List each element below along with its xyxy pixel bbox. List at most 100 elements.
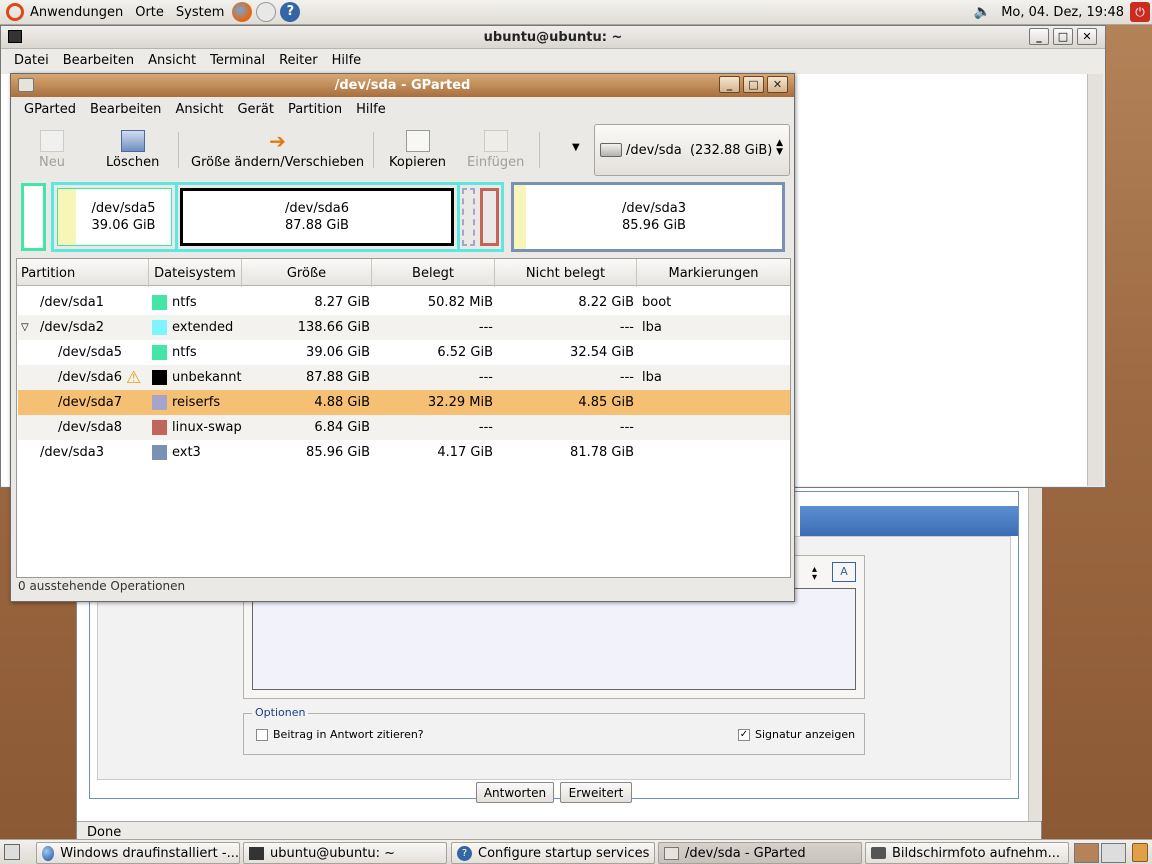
- gparted-menu-edit[interactable]: Bearbeiten: [83, 102, 168, 117]
- gparted-menu-device[interactable]: Gerät: [230, 102, 280, 117]
- filesystem-label: ext3: [172, 445, 201, 460]
- task-terminal[interactable]: ubuntu@ubuntu: ~: [243, 842, 447, 864]
- partition-block-sda5[interactable]: /dev/sda5 39.06 GiB: [57, 188, 172, 246]
- table-row[interactable]: ▽ /dev/sda2 extended 138.66 GiB --- --- lba: [18, 315, 790, 340]
- cell-partition: /dev/sda7: [58, 395, 122, 410]
- col-used[interactable]: Belegt: [372, 259, 495, 287]
- gparted-titlebar[interactable]: /dev/sda - GParted _ □ ✕: [11, 74, 794, 97]
- col-filesystem[interactable]: Dateisystem: [149, 259, 242, 287]
- workspace-switcher[interactable]: [1074, 843, 1126, 863]
- task-browser[interactable]: Windows draufinstalliert -...: [36, 842, 240, 864]
- gparted-minimize-button[interactable]: _: [719, 76, 740, 93]
- gparted-menu-view[interactable]: Ansicht: [168, 102, 230, 117]
- partition-block-small-outer: [460, 182, 504, 252]
- terminal-menu-help[interactable]: Hilfe: [325, 53, 369, 68]
- terminal-menu-file[interactable]: Datei: [7, 53, 56, 68]
- table-row[interactable]: /dev/sda3 ext3 85.96 GiB 4.17 GiB 81.78 GiB: [18, 440, 790, 465]
- cell-filesystem: reiserfs: [152, 395, 244, 410]
- paste-button[interactable]: Einfügen: [467, 130, 524, 170]
- menu-applications[interactable]: Anwendungen: [24, 5, 129, 20]
- signature-option[interactable]: ✓ Signatur anzeigen: [738, 728, 855, 741]
- cell-size: 6.84 GiB: [314, 420, 370, 435]
- power-icon[interactable]: ⏻: [1130, 2, 1150, 22]
- col-unused[interactable]: Nicht belegt: [495, 259, 637, 287]
- copy-button[interactable]: Kopieren: [389, 130, 446, 170]
- terminal-scrollbar[interactable]: [1087, 74, 1103, 486]
- options-legend: Optionen: [252, 706, 309, 719]
- font-style-icon[interactable]: A: [832, 562, 856, 582]
- paste-icon: [483, 130, 508, 152]
- terminal-menu-terminal[interactable]: Terminal: [203, 53, 272, 68]
- volume-icon[interactable]: 🔈: [970, 4, 995, 20]
- task-gparted[interactable]: /dev/sda - GParted: [658, 842, 862, 864]
- table-row[interactable]: /dev/sda8 linux-swap 6.84 GiB --- ---: [18, 415, 790, 440]
- resize-arrow-icon: ➔: [269, 129, 286, 153]
- task-startup-services[interactable]: ? Configure startup services: [451, 842, 655, 864]
- delete-button[interactable]: Löschen: [106, 130, 159, 170]
- terminal-menu-view[interactable]: Ansicht: [141, 53, 203, 68]
- menu-system[interactable]: System: [170, 5, 230, 20]
- new-button[interactable]: Neu: [39, 130, 65, 170]
- camera-icon: [871, 847, 886, 859]
- partition-block-sda5-outer: /dev/sda5 39.06 GiB: [51, 182, 178, 252]
- sda6-block-name: /dev/sda6: [285, 201, 349, 216]
- col-size[interactable]: Größe: [242, 259, 372, 287]
- partition-block-sda6[interactable]: /dev/sda6 87.88 GiB: [180, 188, 454, 246]
- menu-places[interactable]: Orte: [129, 5, 170, 20]
- gparted-maximize-button[interactable]: □: [743, 76, 764, 93]
- col-partition[interactable]: Partition: [17, 259, 149, 287]
- table-row[interactable]: /dev/sda5 ntfs 39.06 GiB 6.52 GiB 32.54 GiB: [18, 340, 790, 365]
- cell-flags: lba: [642, 370, 662, 385]
- cell-partition: /dev/sda5: [58, 345, 122, 360]
- firefox-icon[interactable]: [232, 2, 253, 22]
- filesystem-color-swatch: [152, 370, 167, 385]
- gparted-menu-help[interactable]: Hilfe: [349, 102, 393, 117]
- table-row[interactable]: /dev/sda1 ntfs 8.27 GiB 50.82 MiB 8.22 GiB bo…: [18, 290, 790, 315]
- task-startup-label: Configure startup services: [478, 845, 650, 861]
- show-desktop-icon[interactable]: [4, 844, 20, 860]
- gparted-close-button[interactable]: ✕: [767, 76, 788, 93]
- toolbar-overflow-arrow[interactable]: ▼: [572, 142, 580, 153]
- partition-block-sda8[interactable]: [480, 188, 499, 246]
- maximize-button[interactable]: □: [1053, 28, 1073, 45]
- help-icon[interactable]: ?: [280, 2, 301, 22]
- filesystem-color-swatch: [152, 445, 167, 460]
- device-selector[interactable]: /dev/sda (232.88 GiB) ▲ ▼: [594, 124, 790, 176]
- clock[interactable]: Mo, 04. Dez, 19:48: [995, 5, 1130, 20]
- terminal-menu-tabs[interactable]: Reiter: [272, 53, 325, 68]
- signature-checkbox[interactable]: ✓: [738, 729, 750, 741]
- quote-checkbox[interactable]: [256, 729, 268, 741]
- cell-unused: 32.54 GiB: [570, 345, 634, 360]
- reply-button[interactable]: Antworten: [476, 782, 554, 803]
- updown-icon[interactable]: ▴ ▾: [812, 565, 817, 583]
- cell-unused: ---: [619, 420, 634, 435]
- ubuntu-logo-icon[interactable]: [6, 3, 24, 21]
- partition-block-sda1[interactable]: [21, 183, 46, 251]
- task-screenshot[interactable]: Bildschirmfoto aufnehm...: [865, 842, 1069, 864]
- mail-icon[interactable]: [256, 2, 277, 22]
- table-row[interactable]: /dev/sda6 ⚠ unbekannt 87.88 GiB --- --- lba: [18, 365, 790, 390]
- message-textarea[interactable]: [252, 588, 856, 690]
- gparted-menubar: GParted Bearbeiten Ansicht Gerät Partiti…: [17, 102, 393, 117]
- minimize-button[interactable]: _: [1029, 28, 1049, 45]
- copy-label: Kopieren: [389, 155, 446, 170]
- quote-option[interactable]: Beitrag in Antwort zitieren?: [256, 728, 424, 741]
- table-row[interactable]: /dev/sda7 reiserfs 4.88 GiB 32.29 MiB 4.85 G…: [18, 390, 790, 415]
- col-flags[interactable]: Markierungen: [637, 259, 790, 287]
- cell-unused: 8.22 GiB: [578, 295, 634, 310]
- cell-size: 85.96 GiB: [306, 445, 370, 460]
- close-button[interactable]: ✕: [1077, 28, 1097, 45]
- cell-filesystem: unbekannt: [152, 370, 244, 385]
- terminal-menu-edit[interactable]: Bearbeiten: [56, 53, 141, 68]
- terminal-titlebar[interactable]: ubuntu@ubuntu: ~ _ □ ✕: [1, 26, 1105, 49]
- resize-move-button[interactable]: ➔ Größe ändern/Verschieben: [191, 130, 364, 170]
- advanced-button[interactable]: Erweitert: [560, 782, 632, 803]
- expander-icon[interactable]: ▽: [21, 322, 29, 333]
- cell-flags: lba: [642, 320, 662, 335]
- gparted-menu-gparted[interactable]: GParted: [17, 102, 83, 117]
- partition-block-sda7[interactable]: [462, 188, 475, 246]
- gparted-menu-partition[interactable]: Partition: [281, 102, 349, 117]
- partition-block-sda3[interactable]: /dev/sda3 85.96 GiB: [511, 182, 785, 252]
- browser-scrollbar[interactable]: [1028, 481, 1042, 821]
- trash-icon[interactable]: [1132, 843, 1148, 862]
